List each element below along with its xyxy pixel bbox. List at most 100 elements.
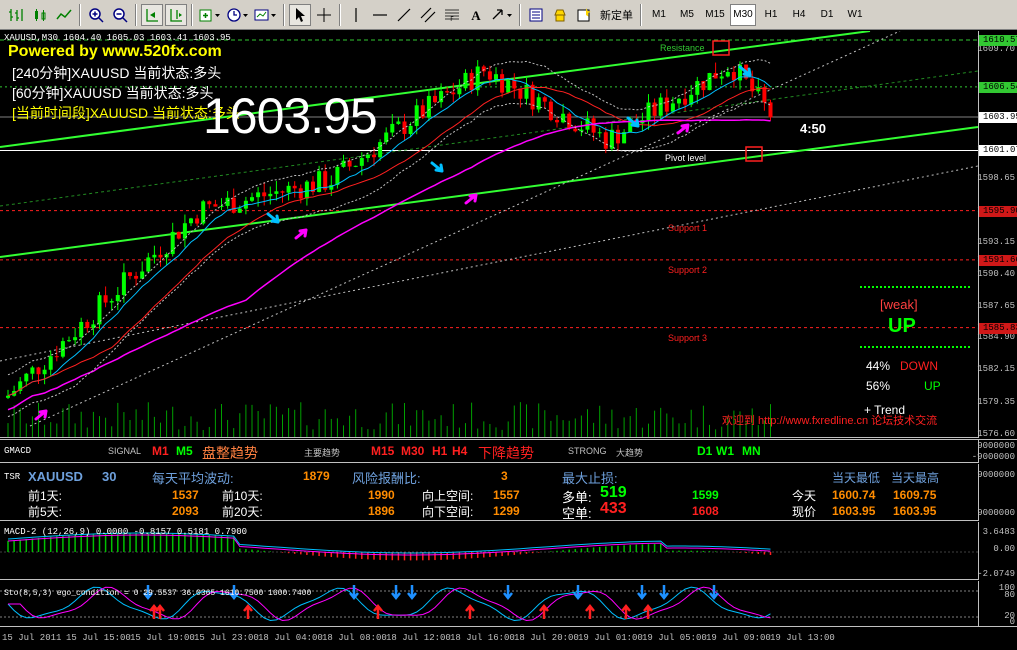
price-marker-top: 1610.57: [979, 35, 1017, 46]
time-axis: 15 Jul 2011 15 Jul 15:00 15 Jul 19:00 15 Ju…: [0, 628, 1017, 650]
bar-chart-icon[interactable]: [5, 4, 27, 26]
timeframe-button-h4[interactable]: H4: [786, 4, 812, 26]
tsr-down-space: 1299: [493, 504, 520, 518]
bull-candle: [42, 369, 47, 375]
timeframe-button-h1[interactable]: H1: [758, 4, 784, 26]
channel-icon[interactable]: [417, 4, 439, 26]
bear-candle: [103, 295, 108, 303]
macd-pane[interactable]: MACD-2 (12,26,9) 0.0000 -0.8157 0.5181 0…: [0, 522, 978, 580]
bull-candle: [536, 97, 541, 110]
gmacd-axis-bottom: -9000000: [971, 452, 1015, 462]
tsr-prev20-label: 前20天:: [222, 505, 263, 519]
down-percent: 44%: [866, 359, 891, 373]
buy-arrow-icon: [676, 123, 690, 135]
resistance-label: Resistance: [660, 43, 705, 53]
tsr-symbol: XAUUSD: [28, 469, 83, 484]
price-tick: 1579.35: [977, 397, 1015, 408]
lower-envelope-line: [7, 101, 771, 418]
tsr-axis-bottom: 9000000: [977, 508, 1015, 518]
main-chart[interactable]: XAUUSD,M30 1604.40 1605.03 1603.41 1603.…: [0, 31, 978, 438]
crosshair-icon[interactable]: [313, 4, 335, 26]
bear-candle: [231, 197, 236, 213]
bear-candle: [762, 87, 767, 103]
tsr-short-value: 433: [600, 500, 627, 517]
templates-icon[interactable]: [253, 4, 279, 26]
market-watch-icon[interactable]: [525, 4, 547, 26]
chart-shift-icon[interactable]: [165, 3, 187, 26]
gmacd-pane: GMACD SIGNAL M1 M5 盘整趋势 主要趋势 M15 M30 H1 …: [0, 439, 978, 463]
timeframe-button-m30[interactable]: M30: [730, 3, 756, 26]
line-chart-icon[interactable]: [53, 4, 75, 26]
arrow-tool-icon[interactable]: [489, 4, 515, 26]
bull-candle: [390, 123, 395, 133]
bar-countdown: 4:50: [800, 121, 827, 136]
price-tick: 1576.60: [977, 429, 1015, 439]
time-tick: 19 Jul 05:00: [642, 633, 707, 643]
tsr-period: 30: [102, 469, 117, 484]
bull-candle: [109, 301, 114, 303]
gmacd-d1: D1: [697, 444, 713, 458]
tsr-prev10: 1990: [368, 488, 395, 502]
stochastic-pane[interactable]: Sto(8,5,3) ego_condition = 0 29.5537 36.…: [0, 581, 978, 627]
bull-candle: [677, 98, 681, 104]
vertical-line-icon[interactable]: [345, 4, 367, 26]
toolbar-separator: [191, 3, 193, 26]
time-tick: 18 Jul 12:00: [386, 633, 451, 643]
zoom-out-icon[interactable]: [109, 4, 131, 26]
periods-icon[interactable]: [225, 4, 251, 26]
gmacd-strong: STRONG: [568, 446, 607, 456]
tsr-title: TSR: [4, 472, 21, 482]
bull-candle: [79, 321, 84, 338]
bear-candle: [481, 66, 486, 72]
auto-scroll-icon[interactable]: [141, 3, 163, 26]
trendline-icon[interactable]: [393, 4, 415, 26]
bear-candle: [512, 80, 517, 89]
bear-candle: [213, 204, 218, 207]
cursor-icon[interactable]: [289, 3, 311, 26]
bear-candle: [555, 119, 559, 123]
zoom-in-icon[interactable]: [85, 4, 107, 26]
gmacd-m30: M30: [401, 444, 425, 458]
stochastic-canvas[interactable]: [0, 581, 978, 627]
timeframe-button-m1[interactable]: M1: [646, 4, 672, 26]
bull-candle: [695, 81, 700, 95]
macd-label: MACD-2 (12,26,9) 0.0000 -0.8157 0.5181 0…: [4, 527, 248, 537]
candle-chart-icon[interactable]: [29, 4, 51, 26]
tsr-short-label: 空单:: [562, 506, 592, 521]
tsr-now-1: 1603.95: [832, 504, 876, 518]
resistance-box-marker: [712, 40, 730, 56]
bull-candle: [719, 76, 724, 79]
magenta-moving-average: [7, 118, 771, 411]
tsr-prev10-label: 前10天:: [222, 489, 263, 503]
bear-candle: [469, 72, 474, 91]
price-tick: 1593.15: [977, 236, 1015, 247]
indicators-icon[interactable]: [197, 4, 223, 26]
gmacd-main-trend: 主要趋势: [304, 448, 341, 458]
tsr-axis: 9000000 9000000: [977, 464, 1017, 521]
bull-candle: [274, 191, 279, 194]
bear-candle: [548, 101, 553, 120]
bull-candle: [506, 80, 511, 93]
horizontal-line-icon[interactable]: [369, 4, 391, 26]
new-order-button[interactable]: 新定单: [597, 4, 636, 26]
timeframe-button-w1[interactable]: W1: [842, 4, 868, 26]
gmacd-state-consolidation: 盘整趋势: [202, 445, 258, 461]
fibonacci-icon[interactable]: F: [441, 4, 463, 26]
bull-candle: [457, 88, 462, 95]
lower-channel-line: [0, 126, 978, 258]
tsr-rr-label: 风险报酬比:: [352, 471, 421, 486]
toolbar-separator: [135, 3, 137, 26]
bull-candle: [408, 125, 413, 134]
price-marker-pivot: 1601.07: [979, 145, 1017, 157]
new-order-icon[interactable]: [573, 4, 595, 26]
timeframe-button-d1[interactable]: D1: [814, 4, 840, 26]
bear-candle: [54, 356, 59, 358]
timeframe-button-m15[interactable]: M15: [702, 4, 728, 26]
price-axis[interactable]: 1610.571609.701606.541603.951601.071598.…: [977, 31, 1017, 439]
expert-advisors-icon[interactable]: [549, 4, 571, 26]
tsr-today-label: 今天: [792, 489, 817, 503]
text-tool-icon[interactable]: A: [465, 4, 487, 26]
gmacd-state-down: 下降趋势: [478, 445, 534, 461]
timeframe-button-m5[interactable]: M5: [674, 4, 700, 26]
tsr-today-low: 1600.74: [832, 488, 876, 502]
